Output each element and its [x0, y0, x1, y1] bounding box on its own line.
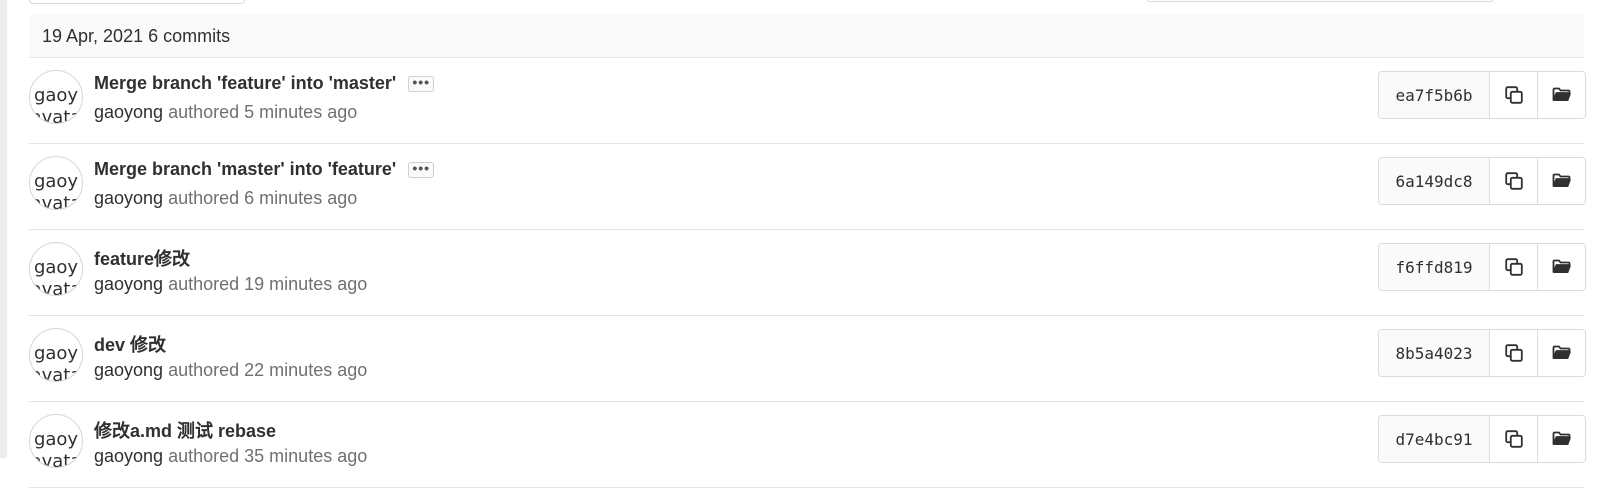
- author-link[interactable]: gaoyong: [94, 446, 163, 466]
- browse-files-button[interactable]: [1537, 416, 1585, 462]
- copy-icon: [1504, 86, 1523, 104]
- commit-sha-label[interactable]: 6a149dc8: [1379, 158, 1490, 204]
- avatar-alt-text: gaoy: [33, 429, 79, 450]
- copy-sha-button[interactable]: [1490, 244, 1537, 290]
- avatar-alt-text: gaoy: [33, 85, 79, 106]
- commit-sha-label[interactable]: f6ffd819: [1379, 244, 1490, 290]
- toggle-description-button[interactable]: •••: [408, 159, 435, 178]
- authored-time: authored 35 minutes ago: [168, 446, 368, 466]
- commit-meta: gaoyong authored 6 minutes ago: [94, 188, 357, 209]
- commit-meta: gaoyong authored 22 minutes ago: [94, 360, 367, 381]
- commit-sha-group: d7e4bc91: [1378, 415, 1586, 463]
- commit-sha-group: 8b5a4023: [1378, 329, 1586, 377]
- author-link[interactable]: gaoyong: [94, 360, 163, 380]
- avatar-alt-text: gaoy: [33, 343, 79, 364]
- commit-sha-label[interactable]: ea7f5b6b: [1379, 72, 1490, 118]
- avatar[interactable]: gaoy avata: [29, 414, 83, 468]
- folder-open-icon: [1552, 259, 1571, 273]
- avatar-alt-text-overflow: avata: [30, 193, 82, 210]
- ellipsis-icon: •••: [412, 73, 431, 90]
- copy-sha-button[interactable]: [1490, 72, 1537, 118]
- day-header: 19 Apr, 2021 6 commits: [29, 15, 1584, 58]
- commit-title-link[interactable]: feature修改: [94, 245, 190, 271]
- authored-time: authored 6 minutes ago: [168, 188, 358, 208]
- commit-sha-label[interactable]: d7e4bc91: [1379, 416, 1490, 462]
- commit-title-link[interactable]: dev 修改: [94, 331, 166, 357]
- avatar[interactable]: gaoy avata: [29, 242, 83, 296]
- commits-list: 19 Apr, 2021 6 commits gaoy avata Merge …: [29, 15, 1586, 488]
- commit-title-line: dev 修改: [94, 331, 166, 357]
- ellipsis-icon: •••: [412, 159, 431, 176]
- commit-meta: gaoyong authored 19 minutes ago: [94, 274, 367, 295]
- commit-row: gaoy avata Merge branch 'master' into 'f…: [29, 144, 1586, 230]
- avatar[interactable]: gaoy avata: [29, 156, 83, 210]
- commit-row: gaoy avata Merge branch 'feature' into '…: [29, 58, 1586, 144]
- commit-sha-group: ea7f5b6b: [1378, 71, 1586, 119]
- browse-files-button[interactable]: [1537, 72, 1585, 118]
- authored-time: authored 19 minutes ago: [168, 274, 368, 294]
- commit-title-link[interactable]: Merge branch 'master' into 'feature': [94, 159, 396, 180]
- commits-page: 19 Apr, 2021 6 commits gaoy avata Merge …: [0, 0, 1612, 490]
- copy-sha-button[interactable]: [1490, 330, 1537, 376]
- copy-icon: [1504, 172, 1523, 190]
- commit-row: gaoy avata feature修改 gaoyong authored 19…: [29, 230, 1586, 316]
- toggle-description-button[interactable]: •••: [408, 73, 435, 92]
- copy-icon: [1504, 344, 1523, 362]
- authored-time: authored 5 minutes ago: [168, 102, 358, 122]
- authored-time: authored 22 minutes ago: [168, 360, 368, 380]
- day-date: 19 Apr, 2021: [42, 25, 144, 46]
- author-link[interactable]: gaoyong: [94, 274, 163, 294]
- avatar-alt-text-overflow: avata: [30, 365, 82, 382]
- author-link[interactable]: gaoyong: [94, 102, 163, 122]
- folder-open-icon: [1552, 345, 1571, 359]
- avatar-alt-text-overflow: avata: [30, 451, 82, 468]
- branch-dropdown[interactable]: [29, 0, 245, 4]
- browse-files-button[interactable]: [1537, 330, 1585, 376]
- copy-icon: [1504, 430, 1523, 448]
- browse-files-button[interactable]: [1537, 244, 1585, 290]
- folder-open-icon: [1552, 87, 1571, 101]
- commit-title-line: 修改a.md 测试 rebase: [94, 417, 276, 443]
- avatar-alt-text: gaoy: [33, 171, 79, 192]
- copy-icon: [1504, 258, 1523, 276]
- folder-open-icon: [1552, 431, 1571, 445]
- copy-sha-button[interactable]: [1490, 158, 1537, 204]
- avatar[interactable]: gaoy avata: [29, 328, 83, 382]
- commit-sha-group: 6a149dc8: [1378, 157, 1586, 205]
- commit-sha-label[interactable]: 8b5a4023: [1379, 330, 1490, 376]
- commit-title-line: Merge branch 'feature' into 'master' •••: [94, 73, 435, 94]
- avatar-alt-text-overflow: avata: [30, 107, 82, 124]
- left-gutter: [0, 0, 7, 458]
- author-link[interactable]: gaoyong: [94, 188, 163, 208]
- avatar[interactable]: gaoy avata: [29, 70, 83, 124]
- commit-row: gaoy avata 修改a.md 测试 rebase gaoyong auth…: [29, 402, 1586, 488]
- browse-files-button[interactable]: [1537, 158, 1585, 204]
- folder-open-icon: [1552, 173, 1571, 187]
- avatar-alt-text: gaoy: [33, 257, 79, 278]
- copy-sha-button[interactable]: [1490, 416, 1537, 462]
- commit-title-link[interactable]: Merge branch 'feature' into 'master': [94, 73, 396, 94]
- commit-meta: gaoyong authored 5 minutes ago: [94, 102, 357, 123]
- commit-sha-group: f6ffd819: [1378, 243, 1586, 291]
- day-commit-count: 6 commits: [148, 25, 231, 46]
- commit-title-link[interactable]: 修改a.md 测试 rebase: [94, 417, 276, 443]
- commit-row: gaoy avata dev 修改 gaoyong authored 22 mi…: [29, 316, 1586, 402]
- search-commits-input[interactable]: [1146, 0, 1494, 2]
- avatar-alt-text-overflow: avata: [30, 279, 82, 296]
- commit-title-line: Merge branch 'master' into 'feature' •••: [94, 159, 435, 180]
- commit-meta: gaoyong authored 35 minutes ago: [94, 446, 367, 467]
- commit-title-line: feature修改: [94, 245, 190, 271]
